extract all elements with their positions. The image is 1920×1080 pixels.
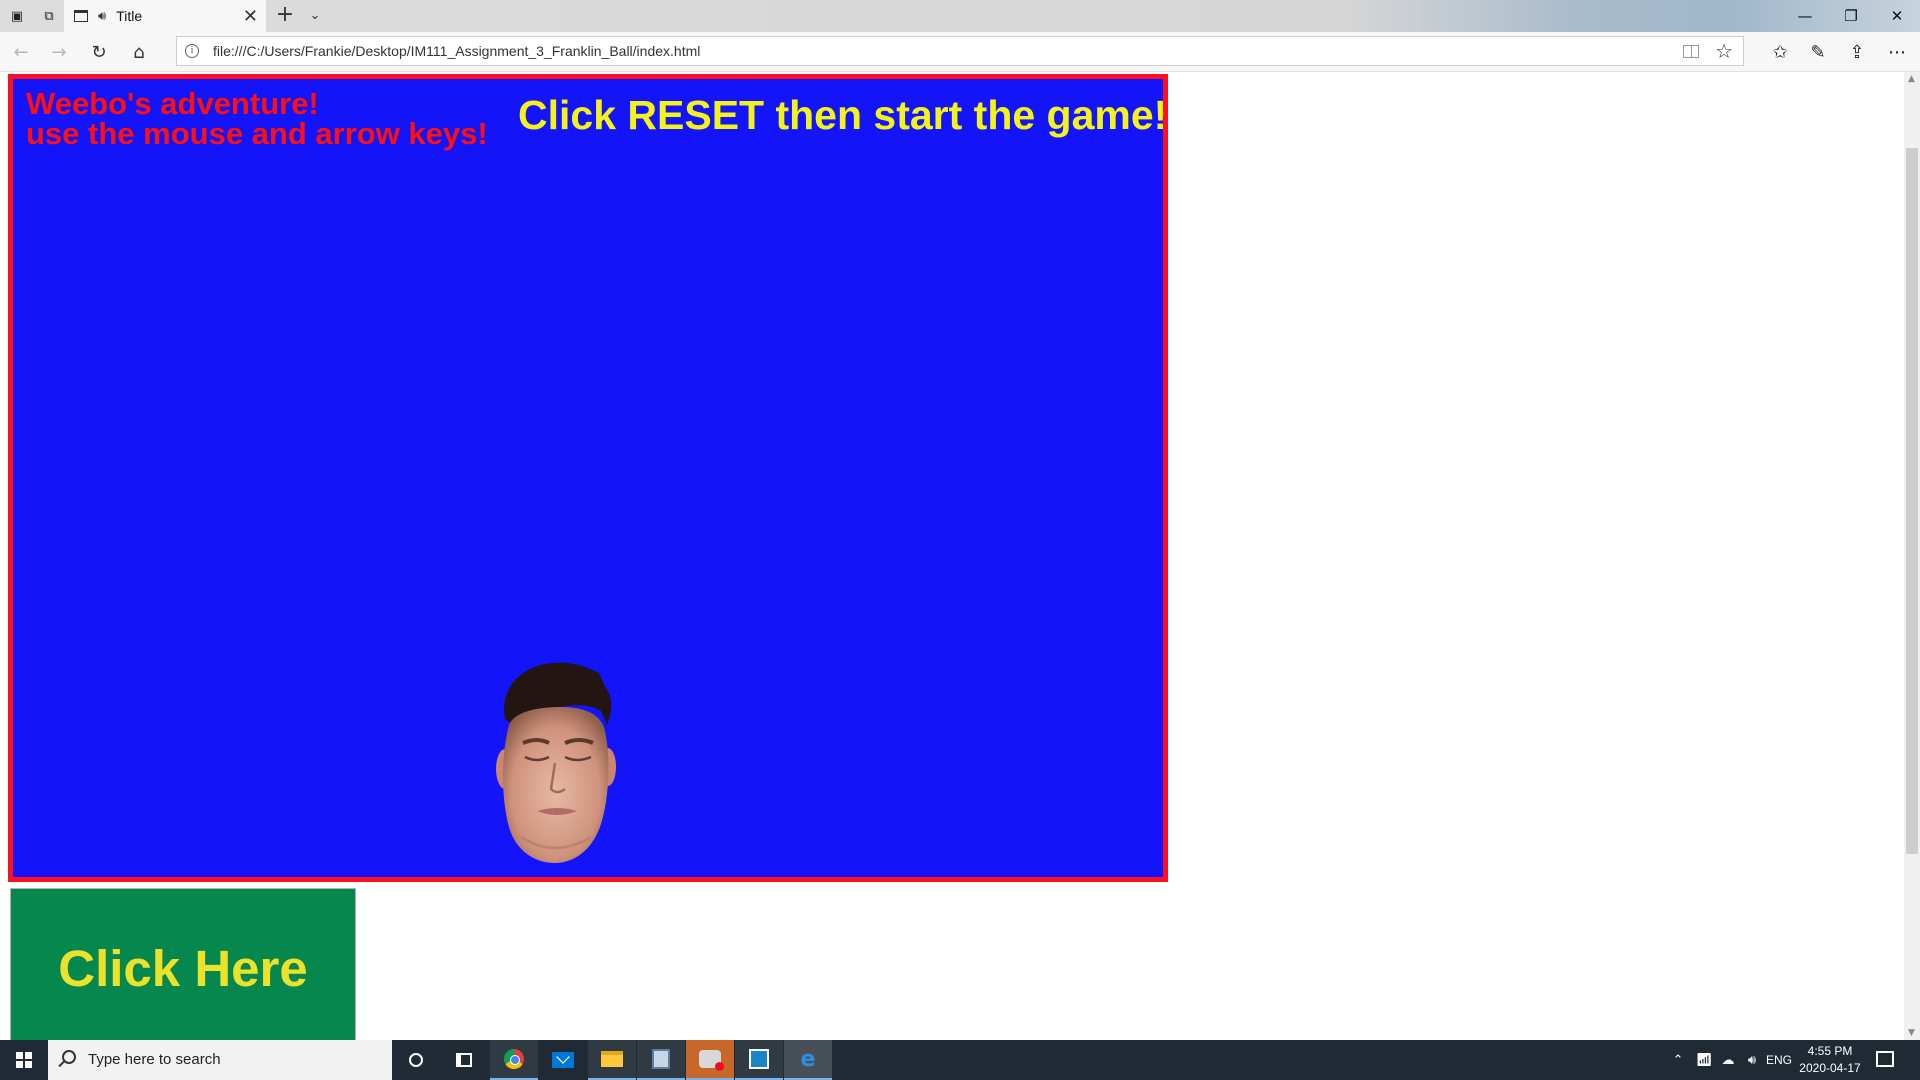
url-text[interactable]: file:///C:/Users/Frankie/Desktop/IM111_A… (213, 43, 700, 59)
chrome-icon (504, 1049, 524, 1069)
cortana-icon (409, 1053, 423, 1067)
favorite-star-icon[interactable]: ☆ (1715, 39, 1733, 63)
close-icon[interactable]: ✕ (243, 6, 258, 27)
forward-button[interactable]: → (44, 37, 74, 67)
network-icon[interactable]: 📶︎ (1692, 1040, 1716, 1080)
scroll-up-arrow-icon[interactable]: ▲ (1908, 74, 1915, 84)
vertical-scrollbar[interactable]: ▲ ▼ (1904, 72, 1920, 1040)
tab-title[interactable]: 🔊︎ Title ✕ (64, 0, 266, 32)
instructions-controls: use the mouse and arrow keys! (26, 116, 488, 151)
scroll-down-arrow-icon[interactable]: ▼ (1908, 1028, 1915, 1038)
scrollbar-thumb[interactable] (1906, 148, 1918, 854)
restore-button[interactable]: ❐ (1828, 0, 1874, 32)
windows-logo-icon (16, 1052, 32, 1068)
tabs-aside-icon[interactable]: ⧉ (34, 0, 64, 32)
volume-icon[interactable]: 🔊︎ (1740, 1040, 1764, 1080)
edge-icon: e (800, 1046, 816, 1072)
clock-time: 4:55 PM (1807, 1044, 1853, 1058)
cortana-button[interactable] (392, 1040, 440, 1080)
home-button[interactable]: ⌂ (124, 37, 154, 67)
taskbar-app-file-explorer[interactable] (588, 1040, 636, 1080)
reset-hint: Click RESET then start the game! (518, 92, 1168, 138)
site-info-icon[interactable]: i (185, 44, 199, 58)
taskbar-app-mail[interactable] (539, 1040, 587, 1080)
task-view-button[interactable] (440, 1040, 488, 1080)
file-explorer-icon (601, 1051, 623, 1067)
browser-toolbar: ← → ↻ ⌂ i file:///C:/Users/Frankie/Deskt… (0, 32, 1920, 72)
task-view-icon (456, 1053, 472, 1067)
click-here-button[interactable]: Click Here (10, 888, 356, 1048)
page-viewport: Weebo's adventure! use the mouse and arr… (0, 72, 1920, 1048)
favorites-hub-icon[interactable]: ✩ (1763, 37, 1797, 67)
set-aside-tabs-icon[interactable]: ▣ (2, 0, 32, 32)
code-app-icon (749, 1049, 769, 1069)
taskbar-app-game[interactable] (686, 1040, 734, 1080)
refresh-button[interactable]: ↻ (84, 37, 114, 67)
action-center-icon[interactable] (1876, 1051, 1894, 1067)
taskbar-app-code[interactable] (735, 1040, 783, 1080)
taskbar-app-photos[interactable] (637, 1040, 685, 1080)
search-icon (62, 1050, 76, 1064)
input-language[interactable]: ENG (1764, 1040, 1794, 1080)
onedrive-cloud-icon[interactable]: ☁ (1716, 1040, 1740, 1080)
taskbar-clock[interactable]: 4:55 PM 2020-04-17 (1795, 1043, 1865, 1077)
taskbar-app-edge[interactable]: e (784, 1040, 832, 1080)
clock-date: 2020-04-17 (1799, 1061, 1861, 1075)
audio-playing-icon[interactable]: 🔊︎ (98, 9, 106, 24)
tab-title-label: Title (116, 8, 143, 24)
search-placeholder: Type here to search (88, 1051, 221, 1068)
minimize-button[interactable]: — (1782, 0, 1828, 32)
web-note-pen-icon[interactable]: ✎ (1801, 37, 1835, 67)
game-instructions: Weebo's adventure! use the mouse and arr… (26, 86, 488, 151)
browser-tab-strip: ▣ ⧉ 🔊︎ Title ✕ + ⌄ — ❐ ✕ (0, 0, 1920, 32)
page-icon (74, 10, 88, 22)
taskbar-app-chrome[interactable] (490, 1040, 538, 1080)
chevron-down-icon[interactable]: ⌄ (302, 2, 328, 30)
game-stage[interactable]: Weebo's adventure! use the mouse and arr… (8, 74, 1168, 882)
player-character-head[interactable] (491, 659, 621, 869)
taskbar-search-box[interactable]: Type here to search (48, 1040, 392, 1080)
show-hidden-icons-chevron-icon[interactable]: ⌃ (1666, 1040, 1690, 1080)
share-icon[interactable]: ⇪ (1840, 37, 1874, 67)
reading-view-icon[interactable] (1683, 45, 1699, 58)
start-button[interactable] (0, 1040, 48, 1080)
new-tab-button[interactable]: + (272, 2, 298, 30)
window-close-button[interactable]: ✕ (1874, 0, 1920, 32)
instructions-title: Weebo's adventure! (26, 86, 319, 121)
photos-icon (652, 1049, 670, 1069)
back-button[interactable]: ← (6, 37, 36, 67)
mail-icon (552, 1052, 574, 1068)
address-bar[interactable]: i file:///C:/Users/Frankie/Desktop/IM111… (176, 36, 1744, 66)
game-app-icon (699, 1050, 724, 1071)
more-menu-icon[interactable]: ⋯ (1880, 37, 1914, 67)
windows-taskbar: Type here to search e ⌃ 📶︎ ☁ 🔊︎ ENG 4:55… (0, 1040, 1920, 1080)
